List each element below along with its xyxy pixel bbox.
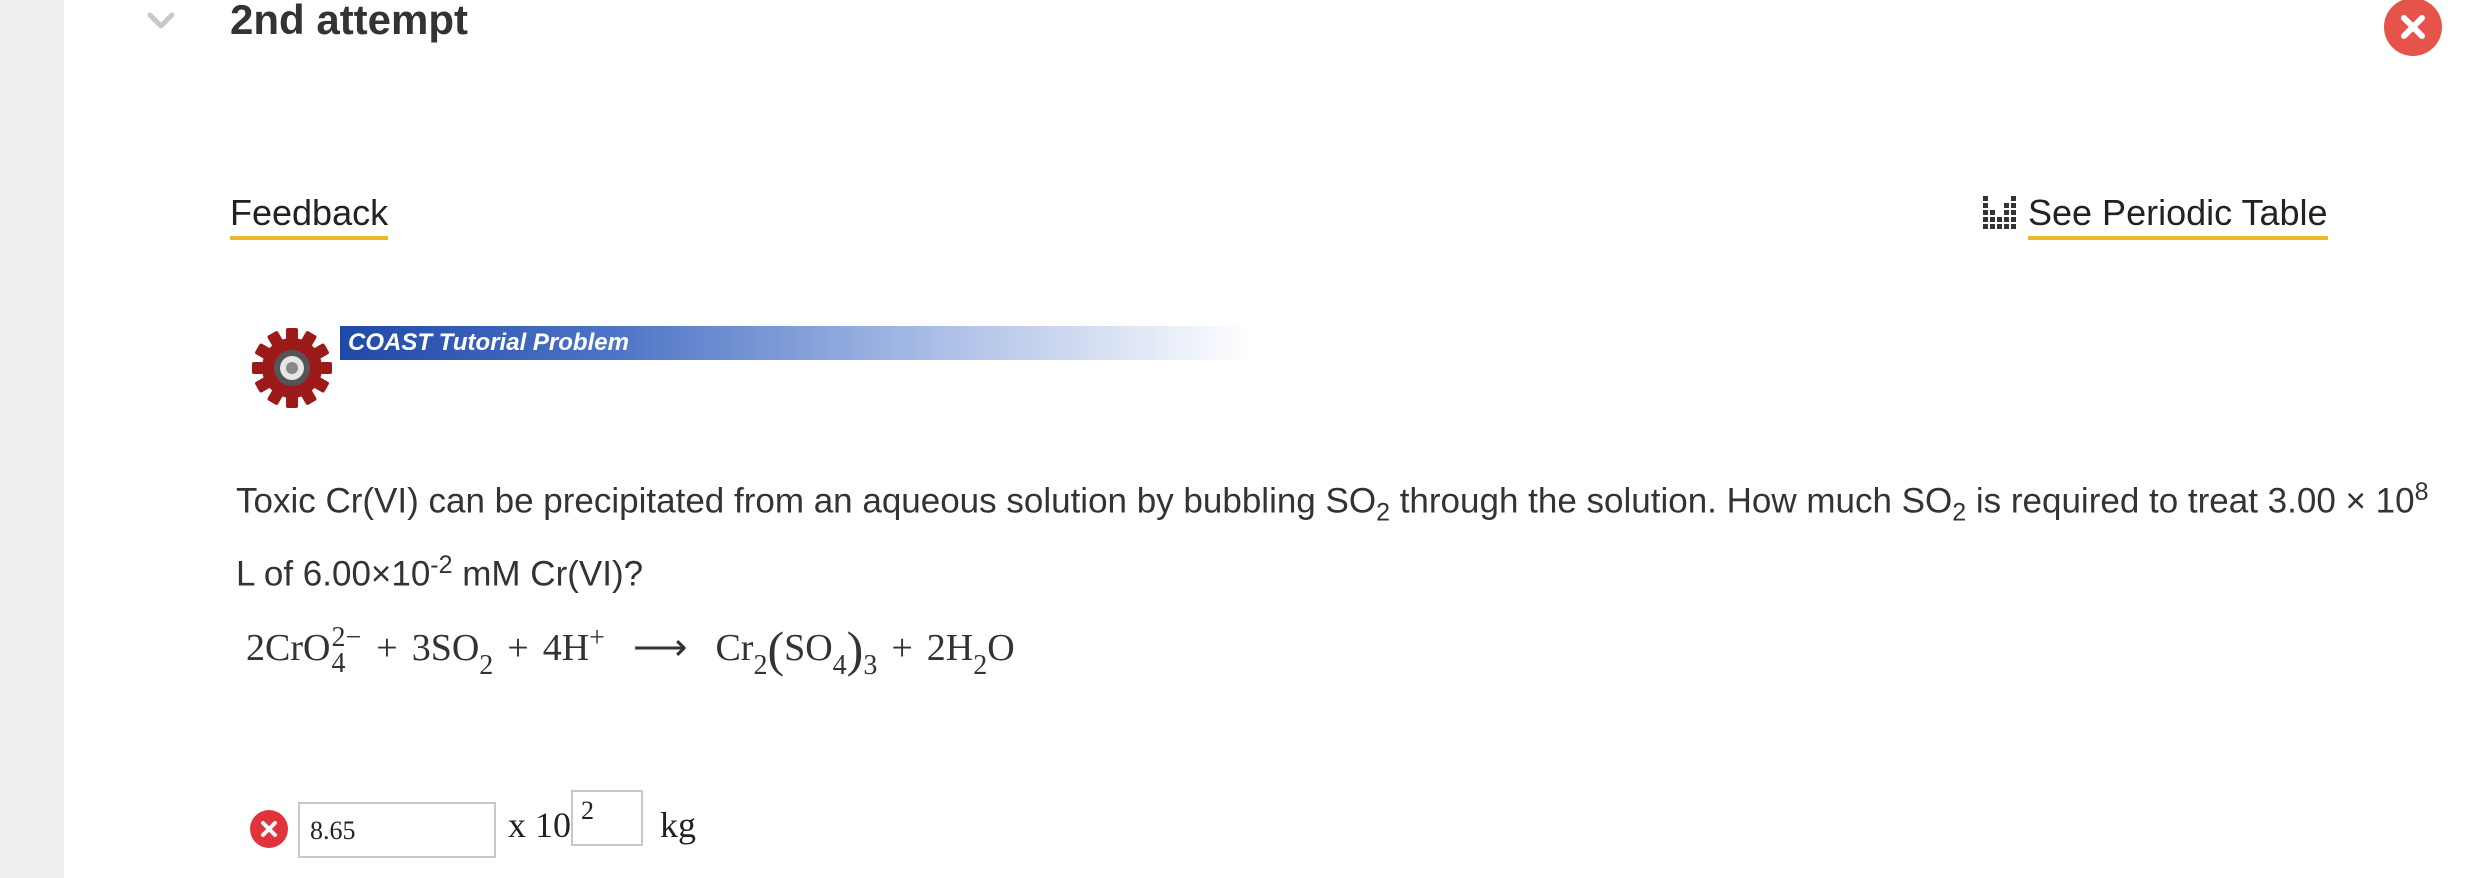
attempt-title: 2nd attempt	[230, 0, 469, 43]
product-cr: Cr	[715, 627, 754, 669]
plus-sign: +	[507, 627, 529, 669]
incorrect-icon	[250, 810, 288, 848]
product-so4: SO	[784, 627, 833, 669]
reactant-charge: +	[589, 622, 605, 654]
close-icon	[2401, 15, 2425, 39]
right-paren: )	[846, 621, 864, 677]
plus-sign: +	[376, 627, 398, 669]
product-subscript: 4	[832, 650, 847, 681]
periodic-table-icon	[1983, 196, 2016, 229]
question-part: is required to treat 3.00 × 10	[1966, 481, 2415, 521]
reactant-h: 4H	[542, 627, 590, 669]
supsub-stack: 2− 4	[331, 624, 361, 680]
question-part: through the solution. How much SO	[1389, 481, 1953, 521]
question-subscript: 2	[1376, 498, 1390, 527]
reactant-cro4: 2CrO	[246, 627, 331, 669]
coast-tutorial-banner: COAST Tutorial Problem	[340, 326, 1252, 360]
question-part: mM Cr(VI)?	[452, 554, 644, 594]
question-superscript: 8	[2414, 478, 2429, 506]
question-part: Toxic Cr(VI) can be precipitated from an…	[236, 481, 1377, 521]
chemical-equation: 2CrO 2− 4 +3SO2 +4H+ ⟶ Cr2(SO4)3 +2H2O	[246, 620, 1015, 682]
see-periodic-table-label: See Periodic Table	[2028, 192, 2328, 240]
times-ten-label: x 10	[508, 805, 571, 845]
answer-mantissa-input[interactable]: 8.65	[298, 802, 496, 858]
question-subscript: 2	[1952, 498, 1967, 527]
reactant-subscript: 2	[479, 650, 494, 681]
product-subscript: 2	[753, 650, 768, 681]
close-button[interactable]	[2384, 0, 2442, 56]
gear-logo-icon	[252, 328, 332, 408]
left-gutter	[0, 0, 64, 878]
feedback-link[interactable]: Feedback	[230, 192, 389, 240]
question-part: L of 6.00×10	[236, 554, 431, 594]
reaction-arrow: ⟶	[632, 627, 688, 669]
reactant-subscript: 4	[331, 648, 346, 680]
see-periodic-table-link[interactable]: See Periodic Table	[1982, 192, 2328, 244]
product-subscript: 2	[973, 650, 988, 681]
question-text: Toxic Cr(VI) can be precipitated from an…	[236, 466, 2436, 600]
question-superscript: -2	[430, 550, 453, 579]
answer-unit: kg	[660, 805, 696, 845]
product-water-o: O	[987, 627, 1015, 669]
plus-sign: +	[891, 627, 913, 669]
product-subscript: 3	[863, 650, 878, 681]
reactant-so2: 3SO	[411, 627, 480, 669]
product-water: 2H	[926, 627, 974, 669]
left-paren: (	[767, 621, 785, 677]
coast-banner-label: COAST Tutorial Problem	[348, 329, 629, 356]
answer-exponent-input[interactable]: 2	[571, 790, 643, 846]
chevron-down-icon[interactable]	[146, 6, 176, 36]
